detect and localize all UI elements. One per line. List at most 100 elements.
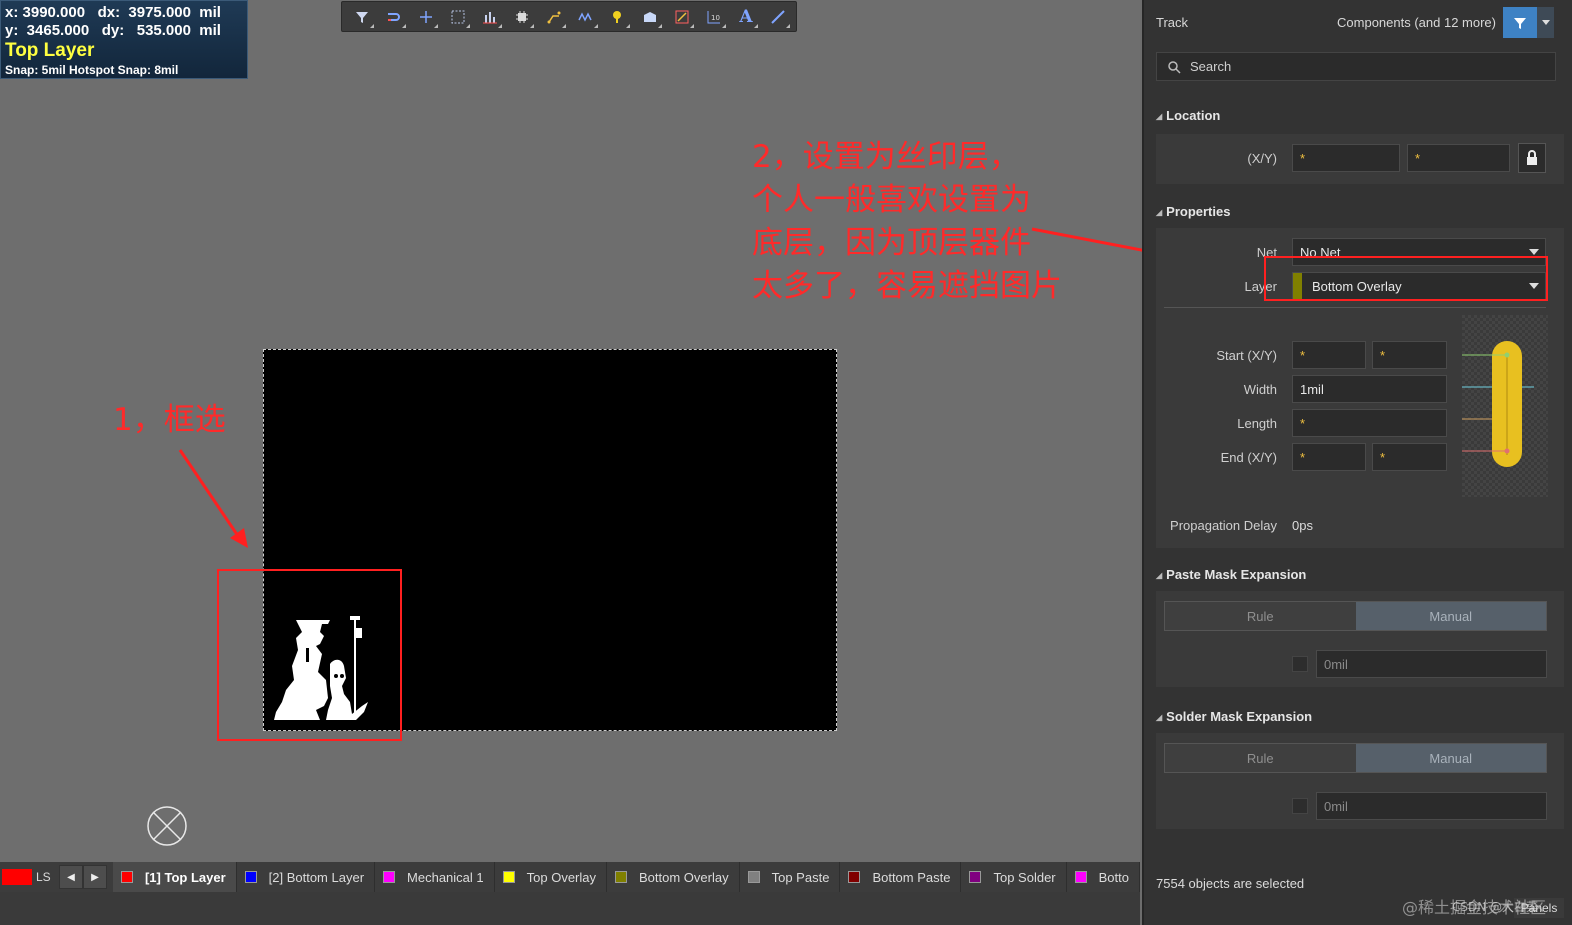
chip-icon[interactable] [508, 4, 536, 30]
solder-mask-section-title[interactable]: Solder Mask Expansion [1156, 709, 1312, 724]
layer-tab-label: Top Solder [993, 869, 1056, 885]
filter-summary[interactable]: Components (and 12 more) [1337, 15, 1496, 30]
layer-tab[interactable]: Botto [1067, 862, 1140, 892]
location-xy-label: (X/Y) [1247, 151, 1277, 166]
dimension-icon[interactable]: 10 [700, 4, 728, 30]
cross-icon[interactable] [412, 4, 440, 30]
origin-marker-icon [147, 806, 187, 846]
route-icon[interactable] [380, 4, 408, 30]
layer-color-swatch [502, 871, 515, 883]
layer-color-swatch [120, 871, 133, 883]
layer-tab-label: [2] Bottom Layer [268, 869, 365, 885]
width-field[interactable]: 1mil [1292, 375, 1447, 403]
current-layer-color-swatch [2, 869, 32, 885]
layer-color-swatch [747, 871, 760, 883]
layer-tab[interactable]: Bottom Overlay [607, 862, 740, 892]
paste-mask-checkbox[interactable] [1292, 656, 1308, 672]
search-input[interactable]: Search [1156, 52, 1556, 81]
active-bar-toolbar: 10 A [341, 1, 797, 32]
coordinate-hud: x: 3990.000 dx: 3975.000 mil y: 3465.000… [0, 0, 248, 79]
layer-tab-label: Bottom Paste [872, 869, 951, 885]
layer-tab[interactable]: Mechanical 1 [375, 862, 495, 892]
lock-icon [1527, 150, 1537, 165]
filter-icon [1514, 17, 1526, 29]
text-icon[interactable]: A [732, 4, 760, 30]
annotation-step2-line3: 底层，因为顶层器件 [752, 225, 1031, 261]
paste-mask-value-field[interactable]: 0mil [1316, 650, 1547, 678]
layer-color-swatch [969, 871, 982, 883]
layer-color-swatch [383, 871, 396, 883]
layer-prev-icon[interactable]: ◀ [58, 865, 83, 889]
select-rect-icon[interactable] [444, 4, 472, 30]
location-y-field[interactable]: * [1407, 144, 1510, 172]
layer-tab-label: [1] Top Layer [144, 869, 226, 885]
end-y-field[interactable]: * [1372, 443, 1447, 471]
keepout-icon[interactable] [668, 4, 696, 30]
width-label: Width [1243, 382, 1277, 397]
solder-mask-rule-option[interactable]: Rule [1165, 744, 1356, 772]
end-x-field[interactable]: * [1292, 443, 1366, 471]
paste-mask-rule-option[interactable]: Rule [1165, 602, 1356, 630]
annotation-step2: 2，设置为丝印层， 个人一般喜欢设置为 底层，因为顶层器件 太多了，容易遮挡图片 [752, 136, 1062, 308]
annotation-arrow-1 [178, 449, 248, 548]
selection-highlight-box [217, 569, 402, 741]
polygon-icon[interactable] [636, 4, 664, 30]
solder-mask-checkbox[interactable] [1292, 798, 1308, 814]
location-x-field[interactable]: * [1292, 144, 1400, 172]
layer-tab-label: Botto [1098, 869, 1129, 885]
filter-icon[interactable] [348, 4, 376, 30]
ls-label: LS [36, 870, 51, 884]
annotation-step2-line4: 太多了，容易遮挡图片 [752, 268, 1062, 304]
filter-dropdown-button[interactable] [1537, 7, 1554, 38]
search-icon [1168, 60, 1181, 74]
layer-set-button[interactable]: LS [2, 866, 53, 888]
annotation-step1: 1，框选 [113, 402, 226, 438]
chevron-down-icon [1541, 20, 1550, 25]
layer-color-swatch [848, 871, 861, 883]
chevron-down-icon [1529, 249, 1539, 255]
start-x-field[interactable]: * [1292, 341, 1366, 369]
csdn-watermark: CSDN @大白菜 [1452, 900, 1539, 914]
properties-section-title[interactable]: Properties [1156, 204, 1230, 219]
layer-color-swatch [244, 871, 257, 883]
hud-snap-info: Snap: 5mil Hotspot Snap: 8mil [5, 63, 179, 77]
track-preview-diagram [1462, 315, 1548, 497]
properties-panel: Track Components (and 12 more) Search Lo… [1142, 0, 1572, 925]
annotation-step2-line2: 个人一般喜欢设置为 [752, 182, 1031, 218]
layer-highlight-box [1264, 256, 1548, 301]
paste-mask-section-title[interactable]: Paste Mask Expansion [1156, 567, 1306, 582]
layer-color-swatch [1074, 871, 1087, 883]
hud-y-line: y: 3465.000 dy: 535.000 mil [5, 22, 221, 39]
layer-tab[interactable]: Top Paste [740, 862, 841, 892]
lock-button[interactable] [1518, 143, 1546, 173]
propagation-delay-label: Propagation Delay [1170, 518, 1277, 533]
interactive-route-icon[interactable] [540, 4, 568, 30]
location-section-title[interactable]: Location [1156, 108, 1220, 123]
layer-tab-label: Top Overlay [526, 869, 597, 885]
filter-button[interactable] [1503, 7, 1537, 38]
bar-chart-icon[interactable] [476, 4, 504, 30]
layer-tab-label: Bottom Overlay [639, 869, 729, 885]
start-y-field[interactable]: * [1372, 341, 1447, 369]
propagation-delay-value: 0ps [1292, 518, 1313, 533]
layer-tab[interactable]: Top Solder [961, 862, 1067, 892]
length-field[interactable]: * [1292, 409, 1447, 437]
layer-tab[interactable]: [2] Bottom Layer [237, 862, 376, 892]
pcb-canvas[interactable]: x: 3990.000 dx: 3975.000 mil y: 3465.000… [0, 0, 1140, 862]
paste-mask-manual-option[interactable]: Manual [1355, 602, 1546, 630]
annotation-step2-line1: 2，设置为丝印层， [752, 139, 1020, 175]
layer-tab[interactable]: Top Overlay [495, 862, 608, 892]
solder-mask-value-field[interactable]: 0mil [1316, 792, 1547, 820]
diff-pair-icon[interactable] [572, 4, 600, 30]
length-label: Length [1237, 416, 1277, 431]
layer-tab[interactable]: Bottom Paste [840, 862, 962, 892]
layer-tab[interactable]: [1] Top Layer [112, 862, 237, 892]
solder-mask-mode-toggle: Rule Manual [1164, 743, 1547, 773]
layer-next-icon[interactable]: ▶ [82, 865, 107, 889]
pad-icon[interactable] [604, 4, 632, 30]
paste-mask-mode-toggle: Rule Manual [1164, 601, 1547, 631]
svg-text:10: 10 [711, 14, 720, 22]
line-icon[interactable] [764, 4, 792, 30]
selection-status: 7554 objects are selected [1156, 876, 1305, 891]
solder-mask-manual-option[interactable]: Manual [1355, 744, 1546, 772]
